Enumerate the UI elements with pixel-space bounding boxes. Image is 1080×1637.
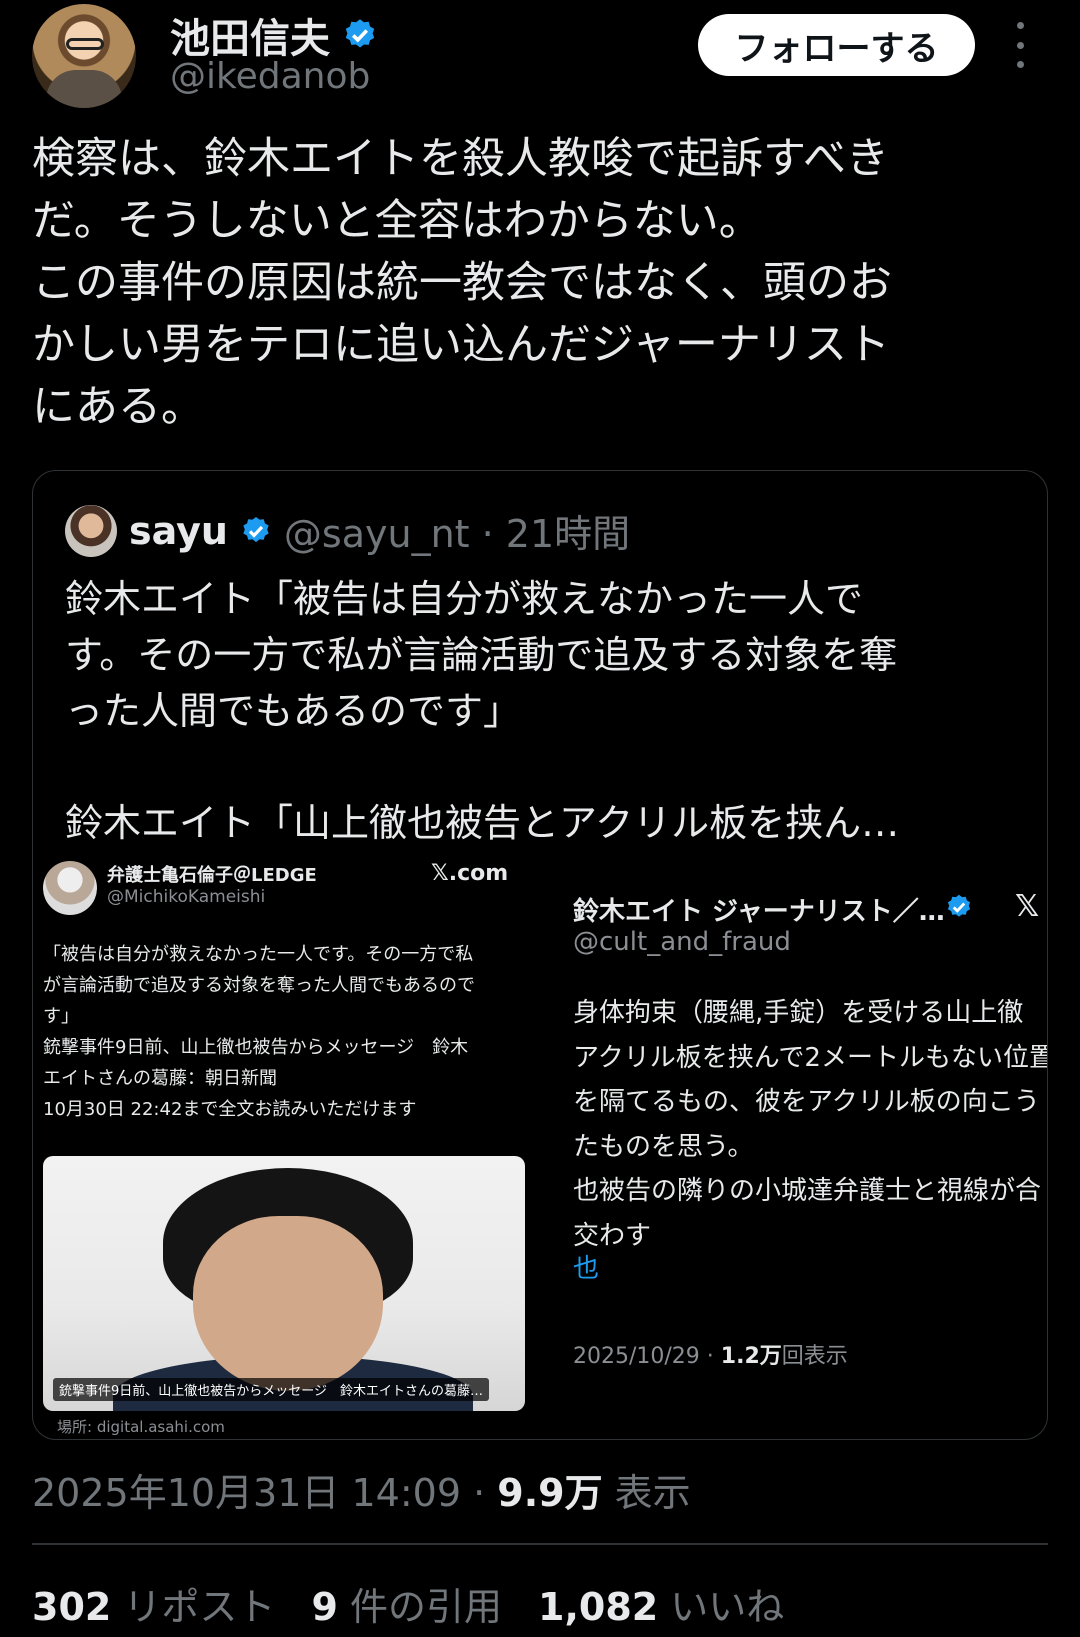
embedded-line: エイトさんの葛藤：朝日新聞 xyxy=(43,1068,277,1089)
embedded-author-avatar xyxy=(43,861,97,915)
verified-badge-icon xyxy=(243,516,269,542)
embedded-views-count: 1.2万 xyxy=(720,1344,782,1369)
more-options-icon[interactable] xyxy=(1010,22,1030,68)
tweet-text: 検察は、鈴木エイトを殺人教唆で起訴すべき だ。そうしないと全容はわからない。 こ… xyxy=(32,128,1052,438)
tweet-line: だ。そうしないと全容はわからない。 xyxy=(32,196,762,246)
author-handle[interactable]: @ikedanob xyxy=(170,56,370,97)
embedded-screenshot-right[interactable]: 鈴木エイト ジャーナリスト／… 𝕏 @cult_and_fraud 身体拘束（腰… xyxy=(573,861,1048,1421)
quote-line: 鈴木エイト「被告は自分が救えなかった一人で xyxy=(65,577,864,621)
x-logo-icon: 𝕏 xyxy=(1015,889,1040,924)
verified-badge-icon xyxy=(947,894,971,917)
tweet-header: 池田信夫 @ikedanob フォローする xyxy=(32,0,1048,110)
quote-author-name: sayu xyxy=(129,508,228,553)
embedded-line: を隔てるもの、彼をアクリル板の向こう xyxy=(573,1087,1040,1117)
reposts-label: リポスト xyxy=(123,1585,276,1629)
reposts-count: 302 xyxy=(32,1585,112,1629)
photo-caption: 銃撃事件9日前、山上徹也被告からメッセージ 鈴木エイトさんの葛藤… xyxy=(53,1378,490,1401)
embedded-line: アクリル板を挟んで2メートルもない位置で xyxy=(573,1042,1048,1073)
tweet-timestamp: 2025年10月31日 14:09 · 9.9万 表示 xyxy=(32,1462,691,1517)
quote-line: った人間でもあるのです」 xyxy=(65,689,522,733)
embedded-post-text: 身体拘束（腰縄,手錠）を受ける山上徹 アクリル板を挟んで2メートルもない位置で … xyxy=(573,991,1048,1258)
embedded-line: す」 xyxy=(43,1006,79,1027)
quoted-tweet-card[interactable]: sayu @sayu_nt · 21時間 鈴木エイト「被告は自分が救えなかった一… xyxy=(32,470,1048,1440)
embedded-author-handle: @cult_and_fraud xyxy=(573,927,791,957)
tweet-line: かしい男をテロに追い込んだジャーナリスト xyxy=(32,320,890,370)
engagement-stats: 302 リポスト 9 件の引用 1,082 いいね xyxy=(32,1576,784,1631)
likes-count: 1,082 xyxy=(538,1585,659,1629)
link-location: 場所: digital.asahi.com xyxy=(57,1418,225,1436)
verified-badge-icon xyxy=(345,19,375,48)
embedded-post-meta: 2025/10/29 · 1.2万回表示 xyxy=(573,1338,848,1370)
embedded-line: 銃撃事件9日前、山上徹也被告からメッセージ 鈴木 xyxy=(43,1037,469,1058)
embedded-author-name: 鈴木エイト ジャーナリスト／… xyxy=(573,897,945,927)
quote-line xyxy=(65,739,1025,795)
x-logo-icon: 𝕏.com xyxy=(431,861,509,886)
quotes-stat[interactable]: 9 件の引用 xyxy=(311,1576,502,1631)
embedded-author-handle: @MichikoKameishi xyxy=(107,887,266,907)
quote-header: sayu @sayu_nt · 21時間 xyxy=(65,503,630,558)
views-count: 9.9万 xyxy=(497,1471,603,1515)
embedded-line: 身体拘束（腰縄,手錠）を受ける山上徹 xyxy=(573,998,1024,1028)
views-label: 表示 xyxy=(602,1471,691,1515)
tweet-line: この事件の原因は統一教会ではなく、頭のお xyxy=(32,258,892,308)
embedded-line: 交わす xyxy=(573,1220,652,1251)
quotes-count: 9 xyxy=(311,1585,338,1629)
quotes-label: 件の引用 xyxy=(349,1585,502,1629)
embedded-post-date: 2025/10/29 · xyxy=(573,1344,721,1369)
likes-label: いいね xyxy=(670,1585,785,1629)
embedded-line: が言論活動で追及する対象を奪った人間でもあるので xyxy=(43,975,475,996)
quote-author-avatar xyxy=(65,504,117,557)
quote-text: 鈴木エイト「被告は自分が救えなかった一人で す。その一方で私が言論活動で追及する… xyxy=(65,571,1025,851)
author-avatar[interactable] xyxy=(32,4,136,108)
embedded-line: 10月30日 22:42まで全文お読みいただけます xyxy=(43,1099,417,1120)
follow-button[interactable]: フォローする xyxy=(698,14,975,76)
news-photo: 銃撃事件9日前、山上徹也被告からメッセージ 鈴木エイトさんの葛藤… xyxy=(43,1156,525,1411)
timestamp-text[interactable]: 2025年10月31日 14:09 · xyxy=(32,1471,497,1515)
embedded-views-label: 回表示 xyxy=(781,1344,848,1369)
quote-author-handle: @sayu_nt · 21時間 xyxy=(283,512,631,556)
embedded-line: 「被告は自分が救えなかった一人です。その一方で私 xyxy=(43,944,474,965)
embedded-author-name: 弁護士亀石倫子＠LEDGE xyxy=(107,865,317,886)
embedded-line: たものを思う。 xyxy=(573,1131,754,1162)
tweet-line: にある。 xyxy=(32,382,204,432)
tweet-line: 検察は、鈴木エイトを殺人教唆で起訴すべき xyxy=(32,134,889,184)
embedded-hashtag-link: 也 xyxy=(573,1254,600,1284)
quote-line: 鈴木エイト「山上徹也被告とアクリル板を挟ん… xyxy=(65,801,900,845)
divider xyxy=(32,1543,1048,1545)
quote-line: す。その一方で私が言論活動で追及する対象を奪 xyxy=(65,633,898,677)
reposts-stat[interactable]: 302 リポスト xyxy=(32,1576,275,1631)
embedded-line: 也被告の隣りの小城達弁護士と視線が合 xyxy=(573,1176,1042,1206)
likes-stat[interactable]: 1,082 いいね xyxy=(538,1576,784,1631)
embedded-screenshot-left[interactable]: 弁護士亀石倫子＠LEDGE @MichikoKameishi 𝕏.com 「被告… xyxy=(43,861,563,1436)
embedded-post-text: 「被告は自分が救えなかった一人です。その一方で私 が言論活動で追及する対象を奪っ… xyxy=(43,939,555,1125)
